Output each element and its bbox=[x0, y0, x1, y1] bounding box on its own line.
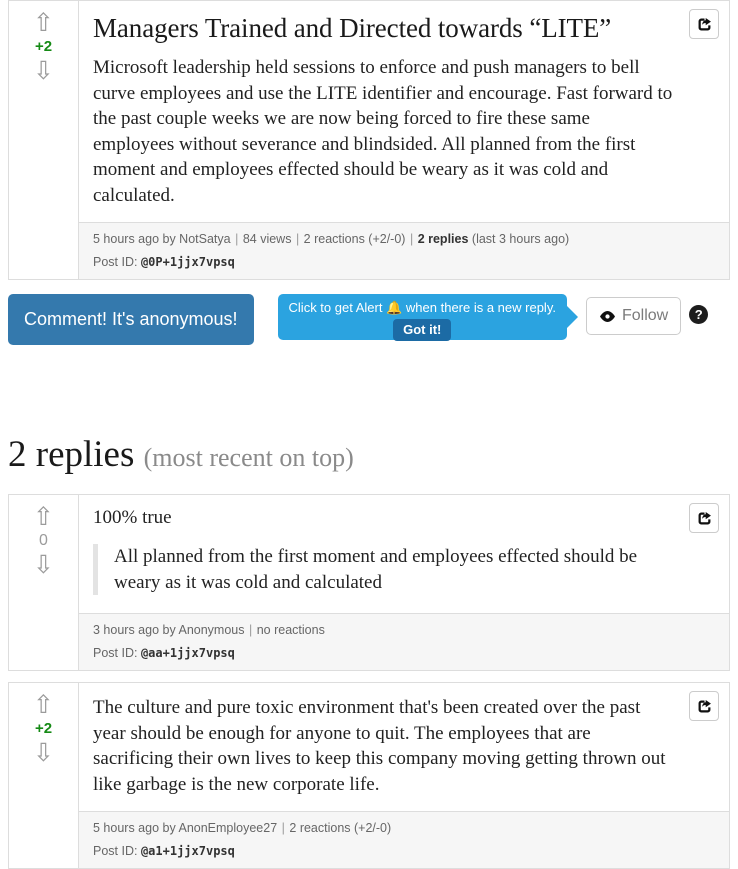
alert-text-before: Click to get Alert bbox=[288, 300, 383, 315]
main-post-reactions: 2 reactions (+2/-0) bbox=[303, 232, 406, 246]
meta-separator: | bbox=[295, 232, 300, 246]
main-post-body-area: Managers Trained and Directed towards “L… bbox=[79, 1, 729, 222]
postid-label: Post ID: bbox=[93, 844, 138, 858]
reply-content: 100% true All planned from the first mom… bbox=[79, 495, 729, 670]
bell-icon: 🔔 bbox=[386, 300, 403, 315]
comment-button[interactable]: Comment! It's anonymous! bbox=[8, 294, 254, 345]
reply-vote-column: ⇧ 0 ⇩ bbox=[9, 495, 79, 670]
reply-body-area: The culture and pure toxic environment t… bbox=[79, 683, 729, 811]
reply-vote-column: ⇧ +2 ⇩ bbox=[9, 683, 79, 868]
action-bar: Comment! It's anonymous! Click to get Al… bbox=[8, 294, 738, 350]
page-title: Managers Trained and Directed towards “L… bbox=[93, 13, 612, 43]
reply-body-area: 100% true All planned from the first mom… bbox=[79, 495, 729, 613]
main-post-meta-line: 5 hours ago by NotSatya | 84 views | 2 r… bbox=[93, 230, 715, 248]
reply-time-author: 3 hours ago by Anonymous bbox=[93, 623, 245, 637]
main-post-time-author: 5 hours ago by NotSatya bbox=[93, 232, 231, 246]
tooltip-arrow bbox=[566, 306, 578, 328]
meta-separator: | bbox=[409, 232, 414, 246]
reply-score: +2 bbox=[34, 720, 53, 737]
eye-icon bbox=[599, 310, 615, 322]
reply-card: ⇧ 0 ⇩ 100% true All planned from the fir… bbox=[8, 494, 730, 671]
meta-separator: | bbox=[248, 623, 253, 637]
main-post-content: Managers Trained and Directed towards “L… bbox=[79, 1, 729, 279]
reply-content: The culture and pure toxic environment t… bbox=[79, 683, 729, 868]
downvote-arrow-icon[interactable]: ⇩ bbox=[33, 58, 54, 84]
postid-value[interactable]: @0P+1jjx7vpsq bbox=[141, 255, 235, 269]
postid-value[interactable]: @aa+1jjx7vpsq bbox=[141, 646, 235, 660]
follow-label: Follow bbox=[621, 307, 669, 324]
downvote-arrow-icon[interactable]: ⇩ bbox=[33, 740, 54, 766]
main-post-replies-last: (last 3 hours ago) bbox=[471, 232, 570, 246]
reply-blockquote: All planned from the first moment and em… bbox=[93, 544, 669, 595]
reply-meta-line: 5 hours ago by AnonEmployee27 | 2 reacti… bbox=[93, 819, 715, 837]
reply-footer: 5 hours ago by AnonEmployee27 | 2 reacti… bbox=[79, 811, 729, 868]
help-icon[interactable]: ? bbox=[689, 305, 709, 324]
replies-heading-count: 2 replies bbox=[8, 434, 135, 475]
reply-reactions: no reactions bbox=[256, 623, 325, 637]
reply-score: 0 bbox=[39, 532, 48, 549]
reply-text: The culture and pure toxic environment t… bbox=[93, 697, 666, 795]
reply-footer: 3 hours ago by Anonymous | no reactions … bbox=[79, 613, 729, 670]
upvote-arrow-icon[interactable]: ⇧ bbox=[33, 692, 54, 718]
reply-time-author: 5 hours ago by AnonEmployee27 bbox=[93, 821, 278, 835]
alert-tooltip-text: Click to get Alert 🔔 when there is a new… bbox=[289, 299, 556, 316]
replies-heading: 2 replies (most recent on top) bbox=[8, 433, 738, 480]
alert-tooltip: Click to get Alert 🔔 when there is a new… bbox=[277, 294, 578, 341]
share-button[interactable] bbox=[689, 691, 719, 721]
got-it-button[interactable]: Got it! bbox=[393, 319, 452, 341]
main-post-replies-count[interactable]: 2 replies bbox=[418, 232, 469, 246]
share-square-icon bbox=[698, 511, 711, 524]
share-square-icon bbox=[698, 17, 711, 30]
main-post-card: ⇧ +2 ⇩ Managers Trained and Directed tow… bbox=[8, 0, 730, 280]
upvote-arrow-icon[interactable]: ⇧ bbox=[33, 504, 54, 530]
main-post-footer: 5 hours ago by NotSatya | 84 views | 2 r… bbox=[79, 222, 729, 279]
meta-separator: | bbox=[235, 232, 239, 246]
replies-heading-sub: (most recent on top) bbox=[143, 443, 354, 472]
alert-text-after: when there is a new reply. bbox=[405, 300, 556, 315]
downvote-arrow-icon[interactable]: ⇩ bbox=[33, 552, 54, 578]
postid-label: Post ID: bbox=[93, 255, 138, 269]
follow-button[interactable]: Follow bbox=[585, 297, 682, 335]
main-post-text: Microsoft leadership held sessions to en… bbox=[93, 57, 673, 206]
reply-reactions: 2 reactions (+2/-0) bbox=[289, 821, 392, 835]
reply-lead-text: 100% true bbox=[93, 507, 172, 528]
main-post-postid-line: Post ID: @0P+1jjx7vpsq bbox=[93, 253, 715, 271]
meta-separator: | bbox=[281, 821, 285, 835]
reply-card: ⇧ +2 ⇩ The culture and pure toxic enviro… bbox=[8, 682, 730, 869]
share-button[interactable] bbox=[689, 9, 719, 39]
postid-label: Post ID: bbox=[93, 646, 138, 660]
main-post-vote-column: ⇧ +2 ⇩ bbox=[9, 1, 79, 279]
main-post-views: 84 views bbox=[242, 232, 292, 246]
postid-value[interactable]: @a1+1jjx7vpsq bbox=[141, 844, 235, 858]
main-post-score: +2 bbox=[34, 38, 53, 55]
reply-postid-line: Post ID: @aa+1jjx7vpsq bbox=[93, 644, 715, 662]
upvote-arrow-icon[interactable]: ⇧ bbox=[33, 10, 54, 36]
reply-meta-line: 3 hours ago by Anonymous | no reactions bbox=[93, 621, 715, 639]
share-square-icon bbox=[698, 699, 711, 712]
share-button[interactable] bbox=[689, 503, 719, 533]
